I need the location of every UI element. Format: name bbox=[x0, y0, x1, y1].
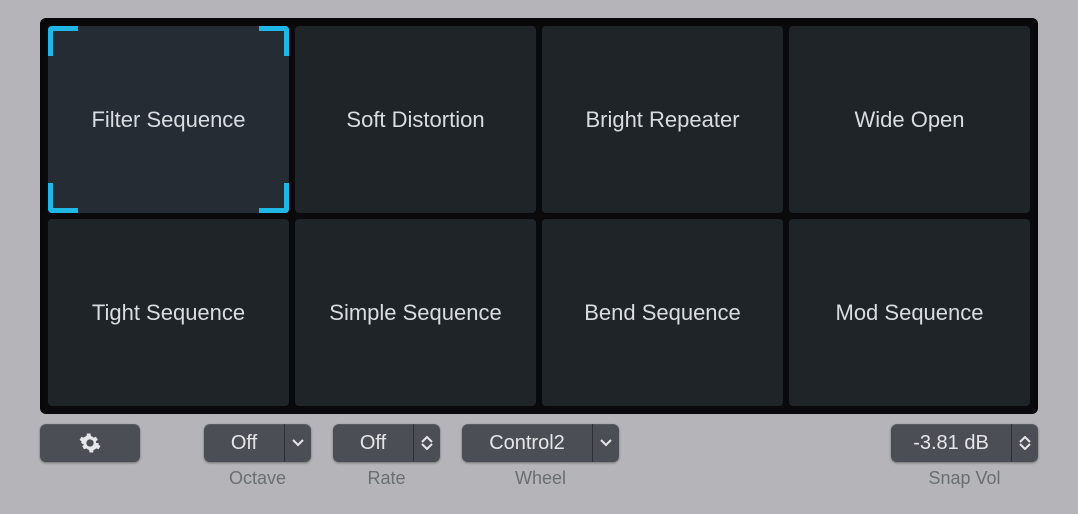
rate-stepper[interactable]: Off bbox=[333, 424, 440, 462]
pad-label: Tight Sequence bbox=[92, 299, 245, 327]
wheel-label: Wheel bbox=[515, 468, 566, 489]
snapshot-panel: Filter Sequence Soft Distortion Bright R… bbox=[40, 18, 1038, 414]
snapshot-pad-1[interactable]: Filter Sequence bbox=[48, 26, 289, 213]
pad-label: Wide Open bbox=[854, 106, 964, 134]
stepper-icon bbox=[1012, 424, 1038, 462]
snapshot-pad-grid: Filter Sequence Soft Distortion Bright R… bbox=[48, 26, 1030, 406]
rate-item: Off Rate bbox=[333, 424, 440, 489]
snapvol-value: -3.81 dB bbox=[891, 424, 1011, 462]
rate-value: Off bbox=[333, 424, 413, 462]
snapshot-pad-5[interactable]: Tight Sequence bbox=[48, 219, 289, 406]
snapshot-pad-8[interactable]: Mod Sequence bbox=[789, 219, 1030, 406]
pad-label: Bright Repeater bbox=[585, 106, 739, 134]
wheel-dropdown[interactable]: Control2 bbox=[462, 424, 619, 462]
snapvol-label: Snap Vol bbox=[928, 468, 1000, 489]
snapshot-pad-3[interactable]: Bright Repeater bbox=[542, 26, 783, 213]
settings-button[interactable] bbox=[40, 424, 140, 462]
snapshot-pad-2[interactable]: Soft Distortion bbox=[295, 26, 536, 213]
snapvol-stepper[interactable]: -3.81 dB bbox=[891, 424, 1038, 462]
snapvol-item: -3.81 dB Snap Vol bbox=[891, 424, 1038, 489]
octave-label: Octave bbox=[229, 468, 286, 489]
wheel-value: Control2 bbox=[462, 424, 592, 462]
chevron-down-icon bbox=[593, 424, 619, 462]
snapshot-pad-7[interactable]: Bend Sequence bbox=[542, 219, 783, 406]
gear-icon bbox=[79, 432, 101, 454]
settings-item bbox=[40, 424, 140, 462]
snapshot-pad-4[interactable]: Wide Open bbox=[789, 26, 1030, 213]
octave-value: Off bbox=[204, 424, 284, 462]
pad-label: Mod Sequence bbox=[836, 299, 984, 327]
pad-label: Soft Distortion bbox=[346, 106, 484, 134]
stepper-icon bbox=[414, 424, 440, 462]
chevron-down-icon bbox=[285, 424, 311, 462]
wheel-item: Control2 Wheel bbox=[462, 424, 619, 489]
octave-dropdown[interactable]: Off bbox=[204, 424, 311, 462]
snapshot-pad-6[interactable]: Simple Sequence bbox=[295, 219, 536, 406]
pad-label: Filter Sequence bbox=[91, 106, 245, 134]
octave-item: Off Octave bbox=[204, 424, 311, 489]
pad-label: Simple Sequence bbox=[329, 299, 501, 327]
pad-label: Bend Sequence bbox=[584, 299, 741, 327]
rate-label: Rate bbox=[367, 468, 405, 489]
bottom-toolbar: Off Octave Off Rate Control2 Wheel bbox=[40, 424, 1038, 489]
